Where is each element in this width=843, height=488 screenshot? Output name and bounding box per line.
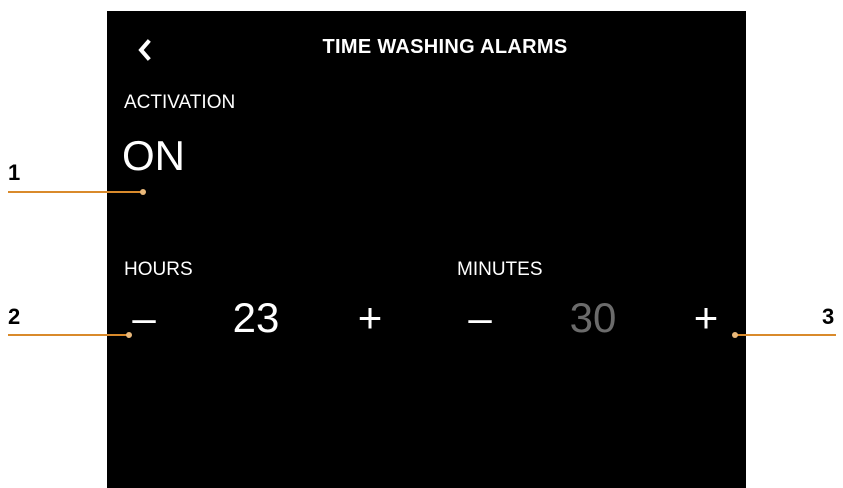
callout-dot-2 [126, 332, 132, 338]
activation-label: ACTIVATION [124, 92, 236, 113]
callout-number-2: 2 [8, 304, 21, 329]
minutes-value: 30 [569, 294, 617, 341]
minutes-decrement-button[interactable]: – [460, 297, 500, 339]
callout-dot-1 [140, 189, 146, 195]
callout-line-2 [8, 334, 130, 336]
hours-label: HOURS [124, 259, 193, 280]
device-screen [107, 11, 746, 488]
chevron-left-icon[interactable] [133, 36, 157, 64]
callout-number-3: 3 [822, 304, 835, 329]
callout-dot-3 [732, 332, 738, 338]
minutes-increment-button[interactable]: + [686, 297, 726, 339]
page-title: TIME WASHING ALARMS [322, 36, 568, 58]
callout-number-1: 1 [8, 160, 21, 185]
hours-increment-button[interactable]: + [350, 297, 390, 339]
figure: TIME WASHING ALARMS ACTIVATION ON HOURS … [0, 0, 843, 488]
callout-line-1 [8, 191, 144, 193]
minutes-label: MINUTES [457, 259, 543, 280]
callout-line-3 [736, 334, 836, 336]
activation-toggle[interactable]: ON [122, 132, 185, 180]
hours-value: 23 [232, 294, 280, 341]
